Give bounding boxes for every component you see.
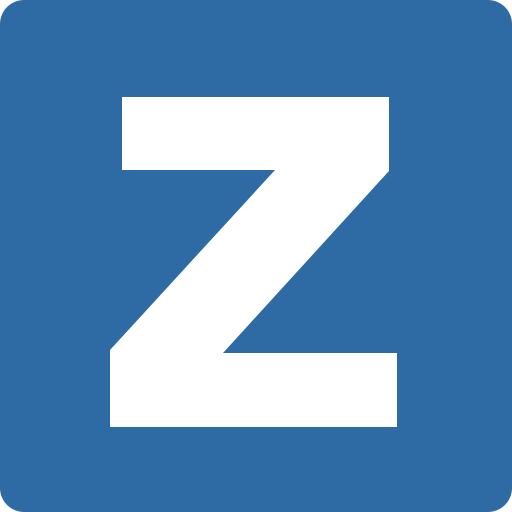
app-icon[interactable] [0, 0, 512, 512]
z-logo-icon [110, 97, 397, 427]
z-letter-shape [110, 97, 397, 427]
